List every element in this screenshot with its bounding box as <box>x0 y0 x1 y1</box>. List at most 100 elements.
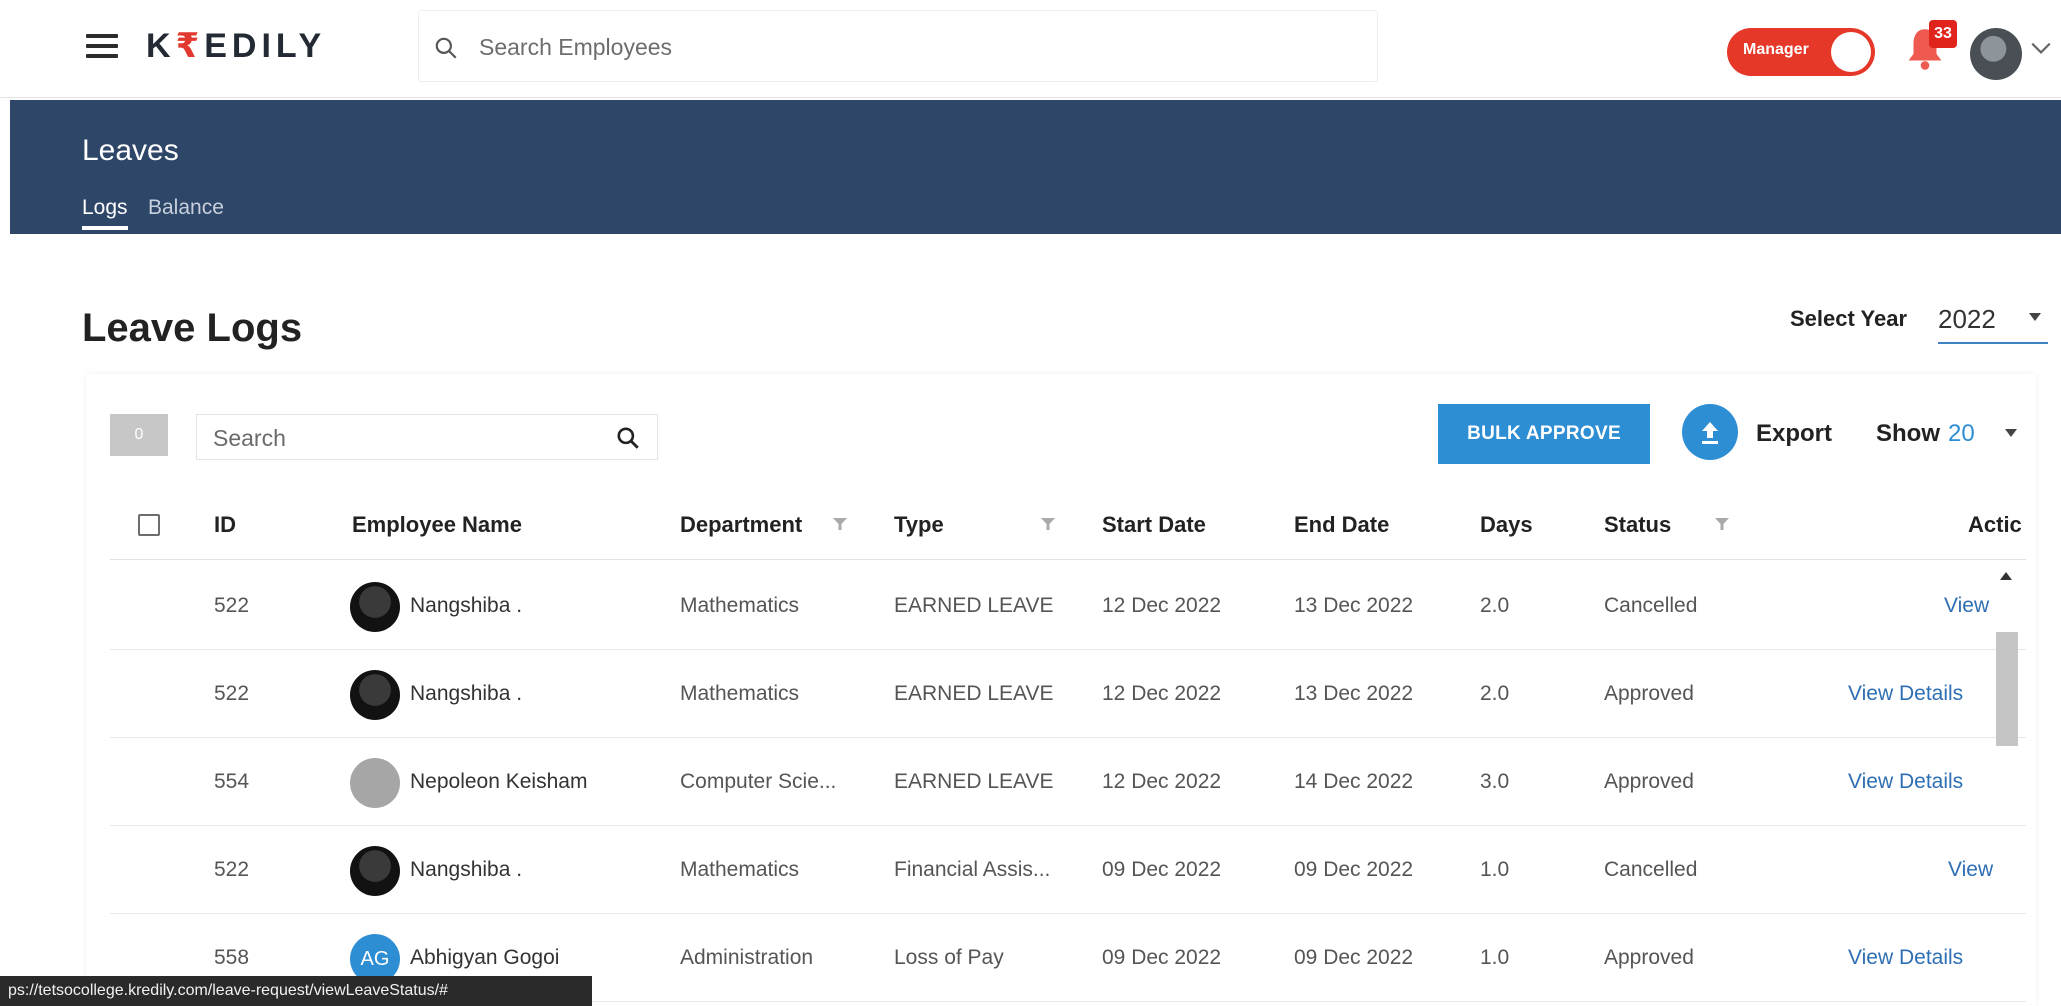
column-header-start-date[interactable]: Start Date <box>1102 512 1206 538</box>
tab-balance[interactable]: Balance <box>148 196 224 220</box>
cell-department: Mathematics <box>680 594 800 617</box>
column-header-status[interactable]: Status <box>1604 512 1671 538</box>
cell-employee-name: Nangshiba . <box>410 682 523 705</box>
column-header-id[interactable]: ID <box>214 512 236 538</box>
cell-start-date: 12 Dec 2022 <box>1102 594 1222 617</box>
column-header-employee-name[interactable]: Employee Name <box>352 512 522 538</box>
cell-type: EARNED LEAVE <box>894 594 1054 617</box>
cell-department: Administration <box>680 946 814 969</box>
scroll-up-arrow-icon[interactable] <box>2000 572 2012 580</box>
view-link[interactable]: View <box>1948 858 1993 882</box>
employee-avatar <box>350 758 400 808</box>
selected-count-chip: 0 <box>110 414 168 456</box>
cell-status: Approved <box>1604 770 1694 793</box>
column-header-type[interactable]: Type <box>894 512 944 538</box>
link-url-status-bar: ps://tetsocollege.kredily.com/leave-requ… <box>0 976 592 1006</box>
filter-icon[interactable] <box>1714 516 1730 532</box>
kredily-logo[interactable]: K₹EDILY <box>146 26 326 66</box>
chevron-down-icon[interactable] <box>2030 40 2052 56</box>
cell-type: EARNED LEAVE <box>894 682 1054 705</box>
cell-status: Cancelled <box>1604 858 1698 881</box>
caret-down-icon <box>2029 313 2041 321</box>
cell-employee-name: Nangshiba . <box>410 858 523 881</box>
cell-start-date: 12 Dec 2022 <box>1102 682 1222 705</box>
cell-employee-name: Nangshiba . <box>410 594 523 617</box>
export-label[interactable]: Export <box>1756 420 1832 448</box>
table-row[interactable]: 522 Nangshiba . Mathematics Financial As… <box>110 826 2026 914</box>
show-label: Show <box>1876 420 1940 447</box>
caret-down-icon[interactable] <box>2004 428 2018 438</box>
column-header-days[interactable]: Days <box>1480 512 1533 538</box>
table-scrollbar[interactable] <box>1996 560 2018 1006</box>
view-link[interactable]: View <box>1944 594 1989 618</box>
employee-search-box[interactable] <box>418 10 1378 82</box>
upload-icon <box>1702 422 1718 444</box>
filter-icon[interactable] <box>1040 516 1056 532</box>
employee-avatar <box>350 670 400 720</box>
search-icon[interactable] <box>615 425 641 451</box>
cell-status: Approved <box>1604 682 1694 705</box>
manager-toggle-label: Manager <box>1743 41 1809 58</box>
cell-days: 1.0 <box>1480 858 1510 881</box>
toggle-knob <box>1831 32 1871 72</box>
cell-id: 522 <box>214 682 250 705</box>
employee-search-input[interactable] <box>479 29 1359 65</box>
cell-department: Mathematics <box>680 858 800 881</box>
cell-start-date: 09 Dec 2022 <box>1102 946 1222 969</box>
tab-logs[interactable]: Logs <box>82 196 128 230</box>
table-header: ID Employee Name Department Type Start D… <box>110 490 2026 560</box>
search-icon <box>435 37 457 59</box>
bulk-approve-button[interactable]: BULK APPROVE <box>1438 404 1650 464</box>
cell-end-date: 09 Dec 2022 <box>1294 858 1414 881</box>
select-all-checkbox[interactable] <box>138 514 160 536</box>
employee-avatar <box>350 846 400 896</box>
manager-mode-toggle[interactable]: Manager <box>1727 28 1875 76</box>
cell-id: 522 <box>214 594 250 617</box>
table-body: 522 Nangshiba . Mathematics EARNED LEAVE… <box>110 562 2026 1006</box>
cell-id: 558 <box>214 946 250 969</box>
filter-icon[interactable] <box>832 516 848 532</box>
cell-end-date: 13 Dec 2022 <box>1294 682 1414 705</box>
employee-avatar <box>350 582 400 632</box>
cell-status: Approved <box>1604 946 1694 969</box>
cell-id: 554 <box>214 770 250 793</box>
cell-type: Financial Assis... <box>894 858 1051 881</box>
cell-id: 522 <box>214 858 250 881</box>
cell-end-date: 13 Dec 2022 <box>1294 594 1414 617</box>
leaves-banner: Leaves Logs Balance <box>10 100 2061 234</box>
cell-days: 3.0 <box>1480 770 1510 793</box>
cell-days: 2.0 <box>1480 594 1510 617</box>
table-search-input[interactable] <box>213 423 593 453</box>
table-row[interactable]: 554 Nepoleon Keisham Computer Scie... EA… <box>110 738 2026 826</box>
hamburger-menu-icon[interactable] <box>86 34 118 58</box>
section-title: Leaves <box>82 134 179 167</box>
cell-type: Loss of Pay <box>894 946 1004 969</box>
user-avatar[interactable] <box>1970 28 2022 80</box>
view-details-link[interactable]: View Details <box>1848 682 1963 706</box>
top-bar: K₹EDILY Manager 33 <box>0 0 2061 98</box>
notification-count-badge: 33 <box>1929 20 1957 48</box>
cell-department: Computer Scie... <box>680 770 837 793</box>
cell-days: 1.0 <box>1480 946 1510 969</box>
table-row[interactable]: 522 Nangshiba . Mathematics EARNED LEAVE… <box>110 562 2026 650</box>
cell-employee-name: Nepoleon Keisham <box>410 770 588 793</box>
view-details-link[interactable]: View Details <box>1848 770 1963 794</box>
column-header-action: Actic <box>1968 512 2022 537</box>
column-header-department[interactable]: Department <box>680 512 802 538</box>
table-row[interactable]: 522 Nangshiba . Mathematics EARNED LEAVE… <box>110 650 2026 738</box>
cell-days: 2.0 <box>1480 682 1510 705</box>
column-header-end-date[interactable]: End Date <box>1294 512 1389 538</box>
year-select-value: 2022 <box>1938 304 1996 334</box>
table-search-box[interactable] <box>196 414 658 460</box>
cell-start-date: 12 Dec 2022 <box>1102 770 1222 793</box>
year-select[interactable]: 2022 <box>1938 296 2048 344</box>
page-size-select[interactable]: 20 <box>1948 420 1975 448</box>
cell-status: Cancelled <box>1604 594 1698 617</box>
cell-employee-name: Abhigyan Gogoi <box>410 946 560 969</box>
view-details-link[interactable]: View Details <box>1848 946 1963 970</box>
export-button[interactable] <box>1682 404 1738 460</box>
cell-end-date: 14 Dec 2022 <box>1294 770 1414 793</box>
scrollbar-thumb[interactable] <box>1996 632 2018 746</box>
notifications-button[interactable]: 33 <box>1905 20 1957 76</box>
page-title: Leave Logs <box>82 306 303 350</box>
